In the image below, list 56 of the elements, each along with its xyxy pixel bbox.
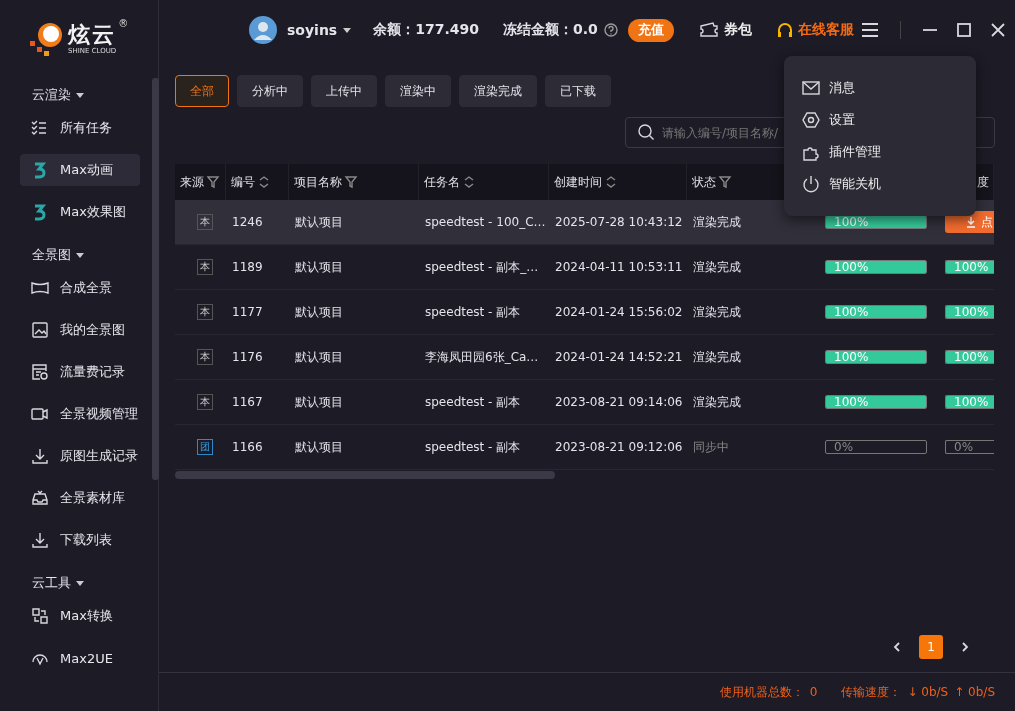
table-cell: speedtest - 100_C… — [425, 215, 546, 229]
progress-text: 100% — [954, 261, 989, 273]
status-text: 渲染完成 — [693, 259, 741, 274]
table-cell: speedtest - 副本 — [425, 394, 521, 409]
status-text: 渲染完成 — [693, 349, 741, 364]
progress-text: 0% — [954, 441, 974, 453]
source-tag: 本 — [197, 304, 213, 320]
progress-text: 100% — [834, 216, 869, 228]
progress-text: 100% — [834, 351, 869, 363]
source-tag: 本 — [197, 394, 213, 410]
table-cell: 默认项目 — [295, 439, 343, 454]
source-tag: 本 — [197, 349, 213, 365]
speed-label: 传输速度： — [841, 683, 902, 701]
table-cell: 默认项目 — [295, 304, 343, 319]
table-cell: 2024-01-24 15:56:02 — [555, 305, 683, 319]
status-text: 渲染完成 — [693, 304, 741, 319]
table-cell: 2025-07-28 10:43:12 — [555, 215, 683, 229]
table-cell: 李海凤田园6张_Ca… — [425, 349, 539, 364]
progress-text: 100% — [954, 396, 989, 408]
progress-text: 100% — [834, 261, 869, 273]
table-cell: speedtest - 副本 — [425, 439, 521, 454]
table-cell: 2024-04-11 10:53:11 — [555, 260, 683, 274]
table-cell: 2023-08-21 09:14:06 — [555, 395, 683, 409]
table-cell: 1166 — [232, 440, 263, 454]
table-cell: 1176 — [232, 350, 263, 364]
status-text: 渲染完成 — [693, 394, 741, 409]
table-cell: 1177 — [232, 305, 263, 319]
machines-count: 0 — [809, 685, 818, 699]
source-tag: 本 — [197, 259, 213, 275]
balance-text: 余额：177.490 — [373, 21, 479, 39]
registered-mark: ® — [118, 18, 129, 29]
table-cell: 2024-01-24 14:52:21 — [555, 350, 683, 364]
status-text: 渲染完成 — [693, 214, 741, 229]
progress-text: 100% — [954, 351, 989, 363]
status-text: 同步中 — [693, 439, 729, 454]
frozen-amount-text: 冻结金额：0.0 — [502, 21, 598, 39]
machines-label: 使用机器总数： — [719, 683, 804, 701]
logo-name: 炫云 — [68, 22, 117, 47]
table-cell: 1246 — [232, 215, 263, 229]
source-tag: 本 — [197, 214, 213, 230]
progress-text: 0% — [834, 441, 854, 453]
upload-speed: ↑ 0b/S — [954, 685, 995, 699]
table-cell: speedtest - 副本_… — [425, 259, 539, 274]
table-cell: 默认项目 — [295, 349, 343, 364]
table-cell: speedtest - 副本 — [425, 304, 521, 319]
table-cell: 1189 — [232, 260, 263, 274]
table-cell: 默认项目 — [295, 394, 343, 409]
table-cell: 默认项目 — [295, 214, 343, 229]
table-cell: 2023-08-21 09:12:06 — [555, 440, 683, 454]
progress-text: 100% — [954, 306, 989, 318]
progress-text: 100% — [834, 306, 869, 318]
progress-text: 100% — [834, 396, 869, 408]
table-cell: 默认项目 — [295, 259, 343, 274]
source-tag: 团 — [197, 439, 213, 455]
table-cell: 1167 — [232, 395, 263, 409]
download-speed: ↓ 0b/S — [907, 685, 949, 699]
